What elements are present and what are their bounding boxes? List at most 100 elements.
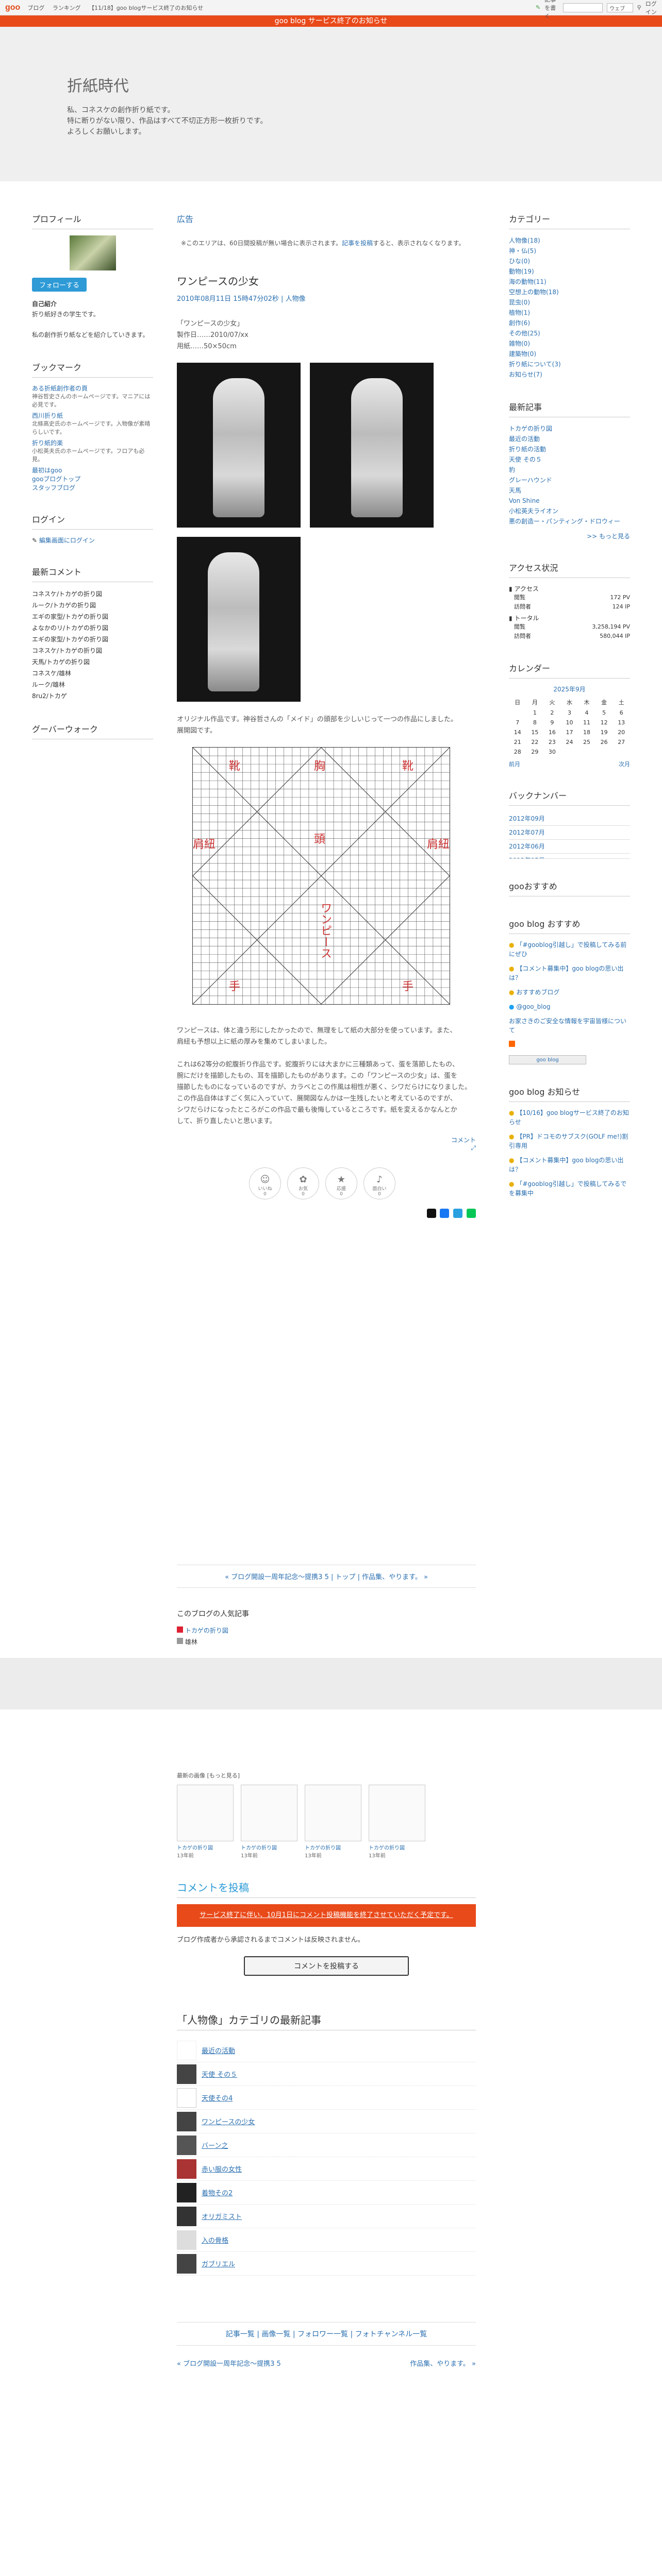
category-item[interactable]: 雑物(0)	[509, 340, 530, 347]
post-pager[interactable]: « ブログ開設一周年記念～提携3 5 | トップ | 作品集、やります。 »	[177, 1565, 476, 1588]
calendar-day[interactable]: 1	[526, 708, 544, 718]
popular-item[interactable]: トカゲの折り図	[185, 1627, 228, 1634]
category-item[interactable]: 海の動物(11)	[509, 278, 547, 285]
category-latest-link[interactable]: ワンピースの少女	[202, 2116, 255, 2126]
facebook-share-icon[interactable]	[440, 1209, 450, 1218]
top-nav-blog[interactable]: ブログ	[27, 5, 44, 11]
search-scope-select[interactable]: ウェブ	[607, 3, 633, 12]
calendar-day[interactable]: 3	[561, 708, 578, 718]
crease-pattern-image[interactable]: 靴 靴 胸 肩紐 肩紐 頭 手 手 ワンピース	[192, 747, 450, 1005]
comment-item[interactable]: エギの家型/トカゲの折り図	[32, 611, 153, 622]
calendar-day[interactable]: 2	[543, 708, 561, 718]
recent-photo[interactable]: トカゲの折り図 13年前	[369, 1785, 425, 1859]
category-latest-link[interactable]: 赤い服の女性	[202, 2164, 242, 2174]
category-latest-link[interactable]: 天使 その５	[202, 2069, 237, 2079]
calendar-day[interactable]: 21	[509, 737, 526, 747]
recent-post-item[interactable]: 豹	[509, 466, 515, 473]
recent-post-item[interactable]: 天使 その５	[509, 456, 542, 463]
calendar-day[interactable]: 8	[526, 718, 544, 727]
category-latest-row[interactable]: 天使その4	[177, 2086, 476, 2110]
calendar-day[interactable]: 10	[561, 718, 578, 727]
calendar-day[interactable]: 28	[509, 747, 526, 757]
comment-item[interactable]: コネスケ/トカゲの折り図	[32, 645, 153, 656]
post-date[interactable]: 2010年08月11日 15時47分02秒 | 人物像	[177, 293, 476, 303]
bookmark-link[interactable]: 西川折り紙	[32, 411, 153, 420]
bookmark-link[interactable]: gooブログトップ	[32, 474, 153, 483]
recent-photo[interactable]: トカゲの折り図 13年前	[305, 1785, 361, 1859]
bookmark-link[interactable]: ある折紙創作者の頁	[32, 384, 153, 393]
recent-photos-heading[interactable]: 最新の画像 [もっと見る]	[177, 1771, 476, 1780]
calendar-day[interactable]: 17	[561, 727, 578, 737]
recent-post-item[interactable]: 折り紙の活動	[509, 446, 546, 453]
calendar-day[interactable]: 13	[613, 718, 630, 727]
category-latest-row[interactable]: 最近の活動	[177, 2039, 476, 2062]
news-item[interactable]: 【コメント募集中】goo blogの思い出は？	[509, 1157, 623, 1173]
recent-photo[interactable]: トカゲの折り図 13年前	[241, 1785, 297, 1859]
category-latest-row[interactable]: バーン之	[177, 2133, 476, 2157]
calendar-day[interactable]: 6	[613, 708, 630, 718]
news-item[interactable]: 【PR】ドコモのサブスク(GOLF me!)割引専用	[509, 1133, 628, 1149]
category-item[interactable]: 植物(1)	[509, 309, 530, 316]
comment-item[interactable]: よなかのリ/トカゲの折り図	[32, 622, 153, 634]
popular-item[interactable]: 雄林	[185, 1638, 197, 1646]
category-item[interactable]: 創作(6)	[509, 319, 530, 327]
post-photo[interactable]	[310, 363, 434, 528]
post-title[interactable]: ワンピースの少女	[177, 273, 476, 288]
category-latest-link[interactable]: 天使その4	[202, 2093, 233, 2103]
recent-post-item[interactable]: 小松英夫ライオン	[509, 507, 558, 515]
profile-image[interactable]	[69, 235, 116, 270]
calendar-day[interactable]: 14	[509, 727, 526, 737]
recent-photo-caption[interactable]: トカゲの折り図	[177, 1843, 234, 1851]
reaction-button[interactable]: ✿ お気 0	[287, 1167, 319, 1199]
category-item[interactable]: 空想上の動物(18)	[509, 289, 559, 296]
recent-post-item[interactable]: 最近の活動	[509, 435, 540, 443]
follow-button[interactable]: フォローする	[32, 278, 87, 292]
login-link[interactable]: ログイン	[646, 0, 657, 16]
category-latest-row[interactable]: 入の骨格	[177, 2228, 476, 2252]
calendar-day[interactable]: 7	[509, 718, 526, 727]
comments-end-banner[interactable]: サービス終了に伴い、10月1日にコメント投稿機能を終了させていただく予定です。	[177, 1904, 476, 1927]
calendar-day[interactable]: 19	[595, 727, 613, 737]
post-photo[interactable]	[177, 537, 301, 702]
reaction-button[interactable]: ☺ いいね 0	[249, 1167, 281, 1199]
calendar-prev[interactable]: 前月	[509, 760, 520, 768]
recent-photo[interactable]: トカゲの折り図 13年前	[177, 1785, 234, 1859]
top-nav-ranking[interactable]: ランキング	[53, 5, 81, 11]
footer-links[interactable]: 記事一覧 | 画像一覧 | フォロワー一覧 | フォトチャンネル一覧	[177, 2322, 476, 2346]
recent-photo-caption[interactable]: トカゲの折り図	[241, 1843, 297, 1851]
category-latest-row[interactable]: オリガミスト	[177, 2205, 476, 2228]
category-latest-link[interactable]: 最近の活動	[202, 2045, 235, 2055]
gooblog-badge[interactable]: goo blog	[509, 1055, 586, 1064]
comment-link[interactable]: コメント ⤢	[177, 1136, 476, 1152]
bookmark-link[interactable]: 最初はgoo	[32, 466, 153, 474]
post-article-link[interactable]: 記事を書く	[544, 0, 559, 20]
comment-link-label[interactable]: コメント	[451, 1137, 476, 1144]
calendar-day[interactable]: 29	[526, 747, 544, 757]
calendar-day[interactable]: 5	[595, 708, 613, 718]
category-item[interactable]: その他(25)	[509, 330, 540, 337]
recommend-item[interactable]: 【コメント募集中】goo blogの思い出は？	[509, 965, 623, 981]
rss-icon[interactable]	[509, 1041, 515, 1047]
calendar-day[interactable]: 30	[543, 747, 561, 757]
category-latest-row[interactable]: ワンピースの少女	[177, 2110, 476, 2133]
recent-photo-caption[interactable]: トカゲの折り図	[305, 1843, 361, 1851]
bookmark-link[interactable]: スタッフブログ	[32, 483, 153, 492]
category-latest-link[interactable]: ガブリエル	[202, 2259, 235, 2268]
calendar-next[interactable]: 次月	[619, 760, 630, 768]
comment-item[interactable]: 天馬/トカゲの折り図	[32, 656, 153, 668]
blog-title[interactable]: 折紙時代	[67, 73, 662, 96]
more-link[interactable]: >> もっと見る	[509, 532, 630, 540]
comment-item[interactable]: ルーク/雄林	[32, 679, 153, 690]
calendar-day[interactable]: 26	[595, 737, 613, 747]
recommend-item[interactable]: 「#gooblog引越し」で投稿してみる前にぜひ	[509, 941, 626, 958]
calendar-day[interactable]: 25	[578, 737, 595, 747]
recommend-item[interactable]: おすすめブログ	[516, 989, 559, 996]
category-item[interactable]: 建築物(0)	[509, 350, 536, 358]
category-item[interactable]: 神・仏(5)	[509, 247, 536, 255]
news-item[interactable]: 【10/16】goo blogサービス終了のお知らせ	[509, 1109, 629, 1126]
footer-prev[interactable]: « ブログ開設一周年記念～提携3 5	[177, 2358, 281, 2368]
category-latest-row[interactable]: 着物その2	[177, 2181, 476, 2205]
calendar-day[interactable]: 23	[543, 737, 561, 747]
calendar-day[interactable]: 27	[613, 737, 630, 747]
comment-item[interactable]: ルーク/トカゲの折り図	[32, 600, 153, 611]
